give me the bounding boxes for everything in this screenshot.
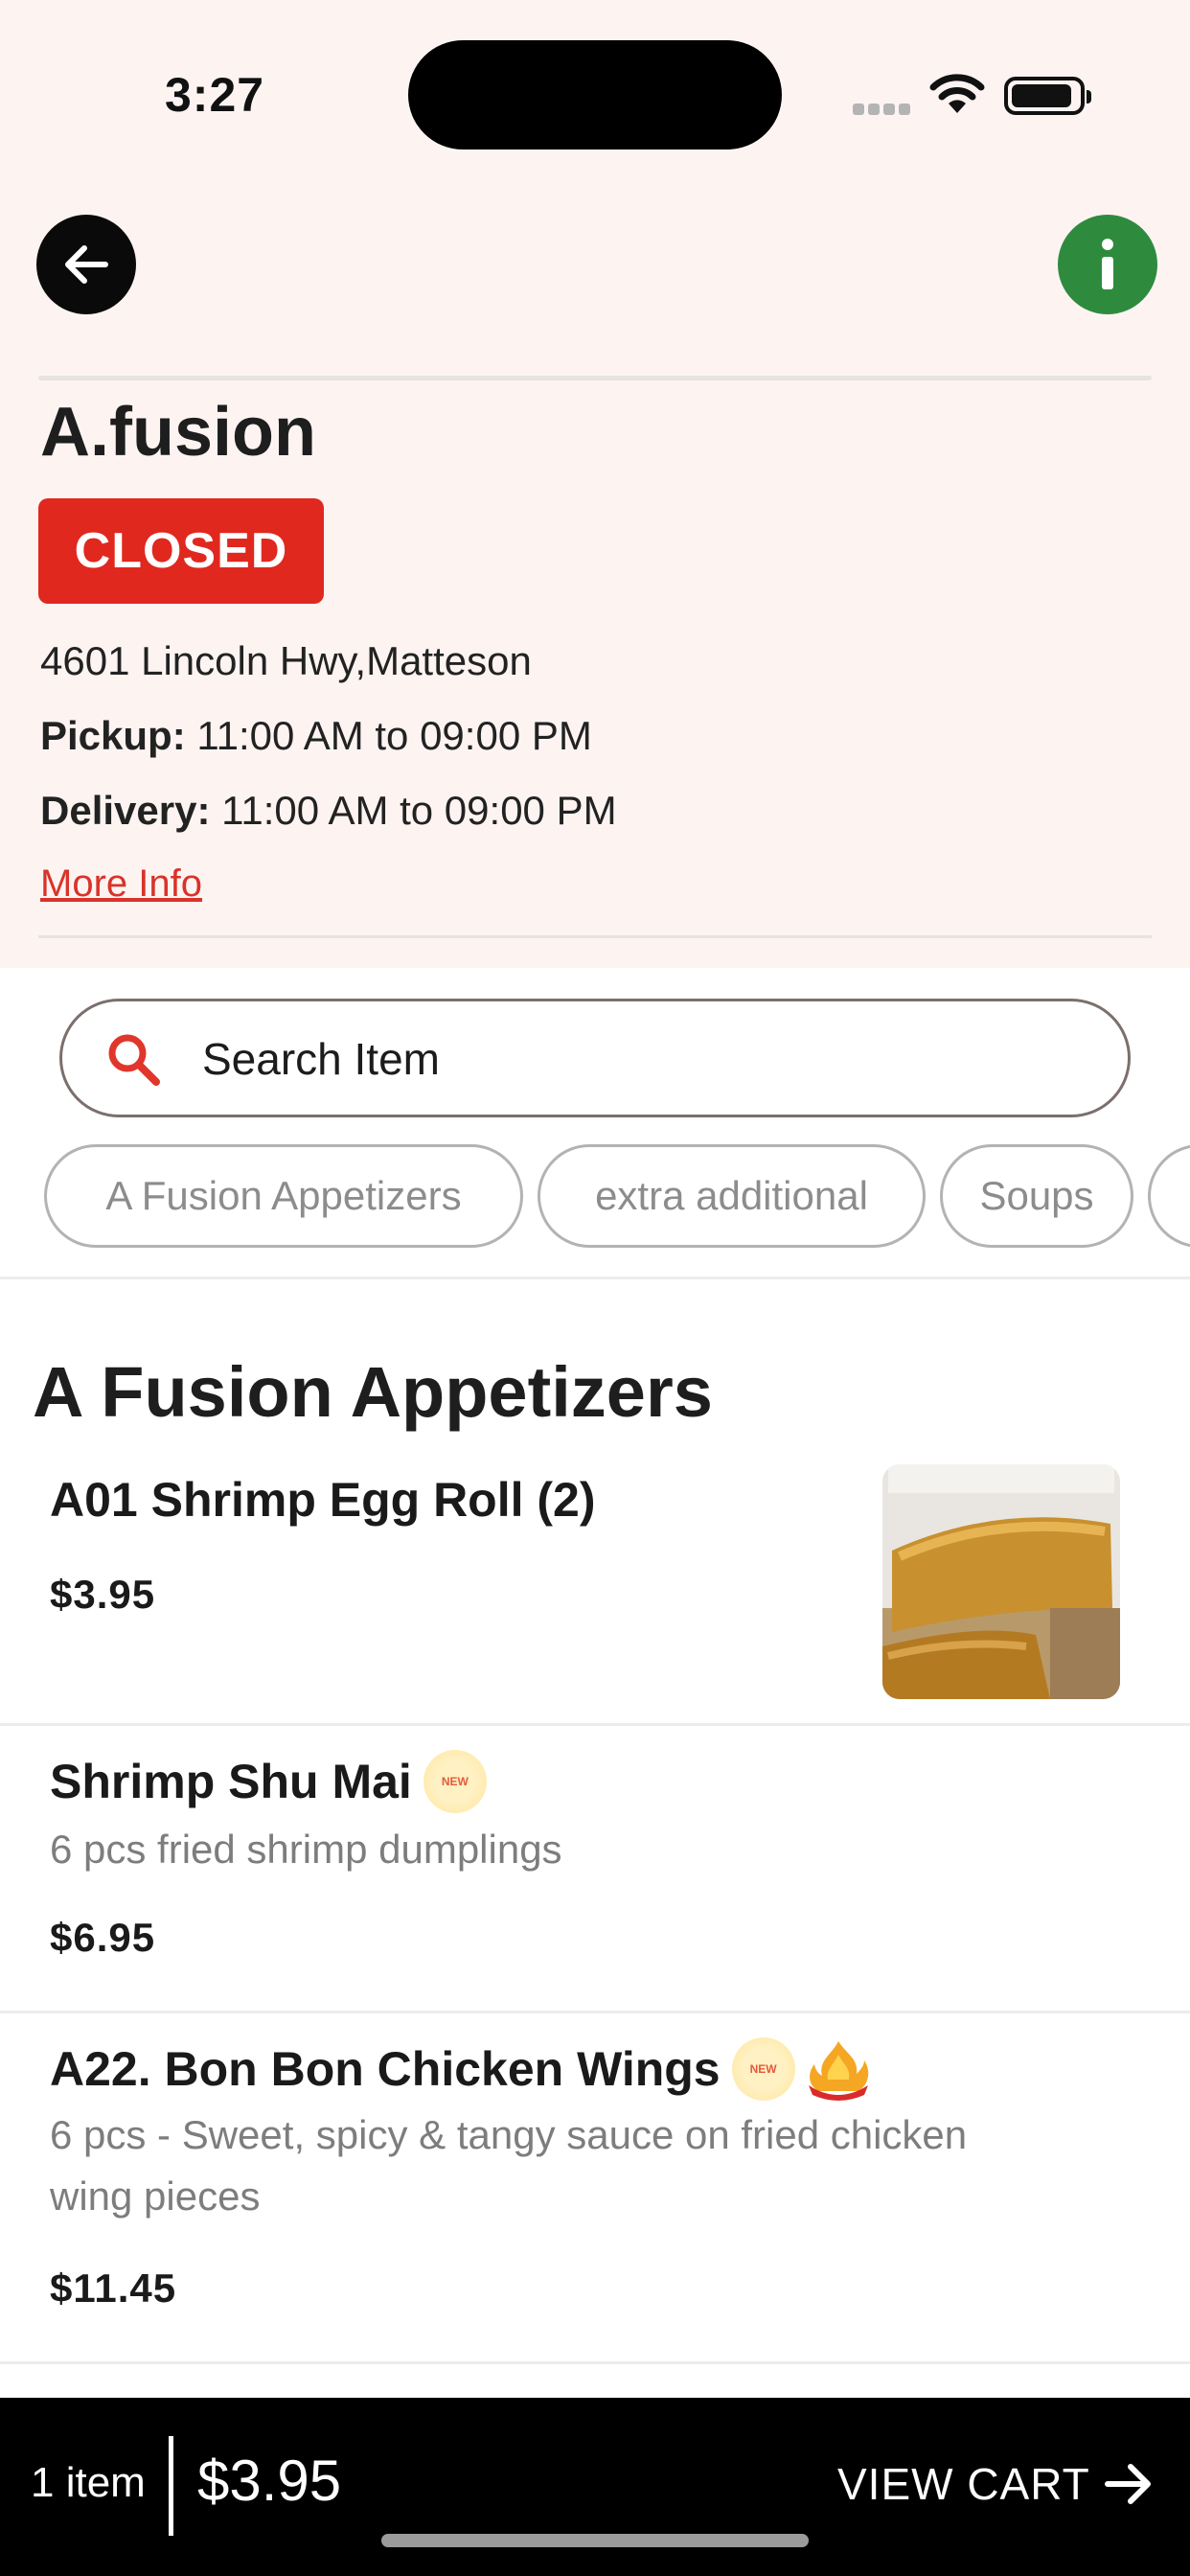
divider [0,1723,1190,1726]
category-chip[interactable] [1148,1144,1190,1248]
item-photo[interactable] [882,1464,1120,1699]
divider [0,2361,1190,2364]
item-price: $6.95 [50,1915,156,1960]
menu-item[interactable]: Shrimp Shu Mai NEW 6 pcs fried shrimp du… [0,1727,1190,2011]
divider [38,935,1152,938]
search-input[interactable] [202,1023,1064,1095]
pickup-time: 11:00 AM to 09:00 PM [196,713,592,758]
view-cart-button[interactable]: VIEW CART [837,2455,1154,2513]
view-cart-label: VIEW CART [837,2459,1090,2509]
arrow-right-icon [1104,2464,1151,2504]
divider [0,2011,1190,2013]
status-bar: 3:27 [0,0,1190,182]
spicy-fire-icon [808,2041,868,2101]
divider [169,2436,173,2536]
category-chip[interactable]: A Fusion Appetizers [44,1144,523,1248]
delivery-hours: Delivery: 11:00 AM to 09:00 PM [40,788,617,834]
battery-icon [1004,77,1091,115]
item-name: A01 Shrimp Egg Roll (2) [50,1473,596,1527]
category-tabs: A Fusion Appetizers extra additional Sou… [0,1144,1190,1252]
item-price: $3.95 [50,1572,156,1617]
menu-item[interactable]: A22. Bon Bon Chicken Wings NEW 6 pcs - S… [0,2014,1190,2363]
restaurant-name: A.fusion [40,394,316,471]
item-name-row: A22. Bon Bon Chicken Wings NEW [50,2037,872,2101]
pickup-hours: Pickup: 11:00 AM to 09:00 PM [40,713,592,759]
delivery-time: 11:00 AM to 09:00 PM [221,788,617,833]
egg-roll-image [882,1464,1120,1699]
new-badge-icon: NEW [731,2037,795,2101]
item-name: A22. Bon Bon Chicken Wings [50,2042,721,2096]
category-chip[interactable]: extra additional [538,1144,926,1248]
item-price: $11.45 [50,2266,177,2311]
status-badge: CLOSED [38,498,324,604]
section-title: A Fusion Appetizers [33,1352,713,1432]
status-time: 3:27 [165,68,265,122]
cart-item-count: 1 item [31,2459,146,2506]
pickup-label: Pickup: [40,713,186,758]
search-icon [108,1034,160,1086]
back-button[interactable] [36,215,136,314]
item-description: 6 pcs fried shrimp dumplings [50,1827,562,1872]
item-name: Shrimp Shu Mai [50,1755,412,1808]
info-icon [1102,239,1113,289]
item-description: 6 pcs - Sweet, spicy & tangy sauce on fr… [50,2112,968,2219]
restaurant-address: 4601 Lincoln Hwy,Matteson [40,638,532,683]
new-badge-icon: NEW [423,1750,487,1813]
divider [0,1276,1190,1279]
item-name-row: Shrimp Shu Mai NEW [50,1750,487,1813]
arrow-left-icon [65,245,108,284]
search-bar[interactable] [59,999,1131,1117]
category-chip[interactable]: Soups [940,1144,1133,1248]
home-indicator [381,2534,809,2547]
cellular-signal-icon [853,104,912,117]
cart-bar[interactable]: 1 item $3.95 VIEW CART [0,2398,1190,2576]
dynamic-island [408,40,782,150]
divider [38,376,1152,380]
more-info-link[interactable]: More Info [40,862,202,906]
delivery-label: Delivery: [40,788,211,833]
info-button[interactable] [1058,215,1157,314]
wifi-icon [929,74,985,113]
cart-total: $3.95 [197,2449,342,2513]
